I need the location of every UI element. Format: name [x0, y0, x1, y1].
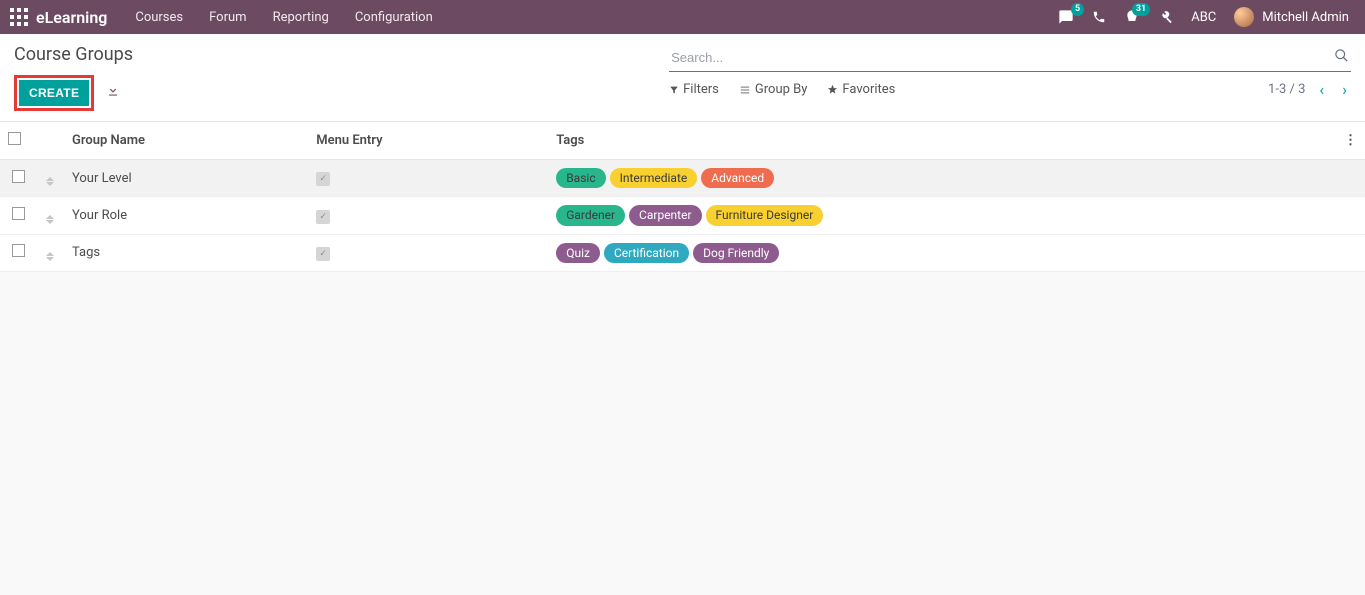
col-tags[interactable]: Tags: [548, 122, 1336, 160]
messages-icon[interactable]: 5: [1058, 9, 1074, 25]
table-row[interactable]: Your Role ✓ GardenerCarpenterFurniture Des…: [0, 197, 1365, 234]
tag[interactable]: Basic: [556, 168, 605, 188]
table-row[interactable]: Tags ✓ QuizCertificationDog Friendly: [0, 234, 1365, 271]
tag[interactable]: Carpenter: [629, 205, 702, 225]
pager-next[interactable]: ›: [1338, 80, 1351, 99]
activities-icon[interactable]: 31: [1124, 9, 1140, 25]
download-icon[interactable]: [106, 84, 120, 102]
menu-forum[interactable]: Forum: [209, 10, 246, 25]
search-input[interactable]: [669, 46, 1351, 69]
col-menu-entry[interactable]: Menu Entry: [308, 122, 548, 160]
drag-handle-icon[interactable]: [46, 215, 54, 224]
avatar: [1234, 7, 1254, 27]
menu-entry-checkbox[interactable]: ✓: [316, 172, 330, 186]
select-all-checkbox[interactable]: [8, 132, 21, 145]
menu-entry-checkbox[interactable]: ✓: [316, 247, 330, 261]
tag[interactable]: Intermediate: [610, 168, 698, 188]
phone-icon[interactable]: [1092, 10, 1106, 24]
menu-configuration[interactable]: Configuration: [355, 10, 433, 25]
row-checkbox[interactable]: [12, 244, 25, 257]
cell-group-name: Tags: [64, 234, 308, 271]
favorites-menu[interactable]: Favorites: [827, 82, 895, 97]
groupby-menu[interactable]: Group By: [739, 82, 808, 97]
tag[interactable]: Dog Friendly: [693, 243, 779, 263]
drag-handle-icon[interactable]: [46, 177, 54, 186]
row-checkbox[interactable]: [12, 170, 25, 183]
tools-icon[interactable]: [1158, 10, 1173, 25]
menu-entry-checkbox[interactable]: ✓: [316, 210, 330, 224]
cell-group-name: Your Role: [64, 197, 308, 234]
main-menu: Courses Forum Reporting Configuration: [135, 10, 432, 25]
search-icon[interactable]: [1334, 48, 1349, 67]
table-row[interactable]: Your Level ✓ BasicIntermediateAdvanced: [0, 160, 1365, 197]
row-checkbox[interactable]: [12, 207, 25, 220]
list-view: Group Name Menu Entry Tags ⋮ Your Level ✓…: [0, 122, 1365, 272]
pager: 1-3 / 3 ‹ ›: [1268, 80, 1351, 99]
tag[interactable]: Advanced: [701, 168, 774, 188]
search-bar: [669, 44, 1351, 72]
cell-tags: GardenerCarpenterFurniture Designer: [548, 197, 1336, 234]
top-navbar: eLearning Courses Forum Reporting Config…: [0, 0, 1365, 34]
control-panel: Course Groups CREATE Filters Group By: [0, 34, 1365, 122]
tag[interactable]: Gardener: [556, 205, 625, 225]
menu-courses[interactable]: Courses: [135, 10, 183, 25]
optional-columns-icon[interactable]: ⋮: [1344, 133, 1357, 148]
pager-range[interactable]: 1-3 / 3: [1268, 82, 1305, 97]
cell-group-name: Your Level: [64, 160, 308, 197]
company-selector[interactable]: ABC: [1191, 10, 1216, 25]
drag-handle-icon[interactable]: [46, 252, 54, 261]
tag[interactable]: Quiz: [556, 243, 600, 263]
filters-label: Filters: [683, 82, 719, 97]
tag[interactable]: Certification: [604, 243, 689, 263]
pager-prev[interactable]: ‹: [1315, 80, 1328, 99]
create-button-highlight: CREATE: [14, 75, 94, 111]
user-name: Mitchell Admin: [1262, 10, 1349, 25]
favorites-label: Favorites: [842, 82, 895, 97]
page-title: Course Groups: [14, 44, 669, 65]
cell-tags: BasicIntermediateAdvanced: [548, 160, 1336, 197]
groupby-label: Group By: [755, 82, 808, 97]
brand-title[interactable]: eLearning: [36, 8, 107, 27]
tag[interactable]: Furniture Designer: [706, 205, 824, 225]
messages-badge: 5: [1071, 3, 1084, 16]
systray: 5 31 ABC Mitchell Admin: [1058, 7, 1355, 27]
user-menu[interactable]: Mitchell Admin: [1234, 7, 1349, 27]
menu-reporting[interactable]: Reporting: [273, 10, 329, 25]
create-button[interactable]: CREATE: [19, 80, 89, 106]
cell-tags: QuizCertificationDog Friendly: [548, 234, 1336, 271]
col-group-name[interactable]: Group Name: [64, 122, 308, 160]
apps-icon[interactable]: [10, 8, 28, 26]
filters-menu[interactable]: Filters: [669, 82, 719, 97]
activities-badge: 31: [1132, 3, 1150, 16]
